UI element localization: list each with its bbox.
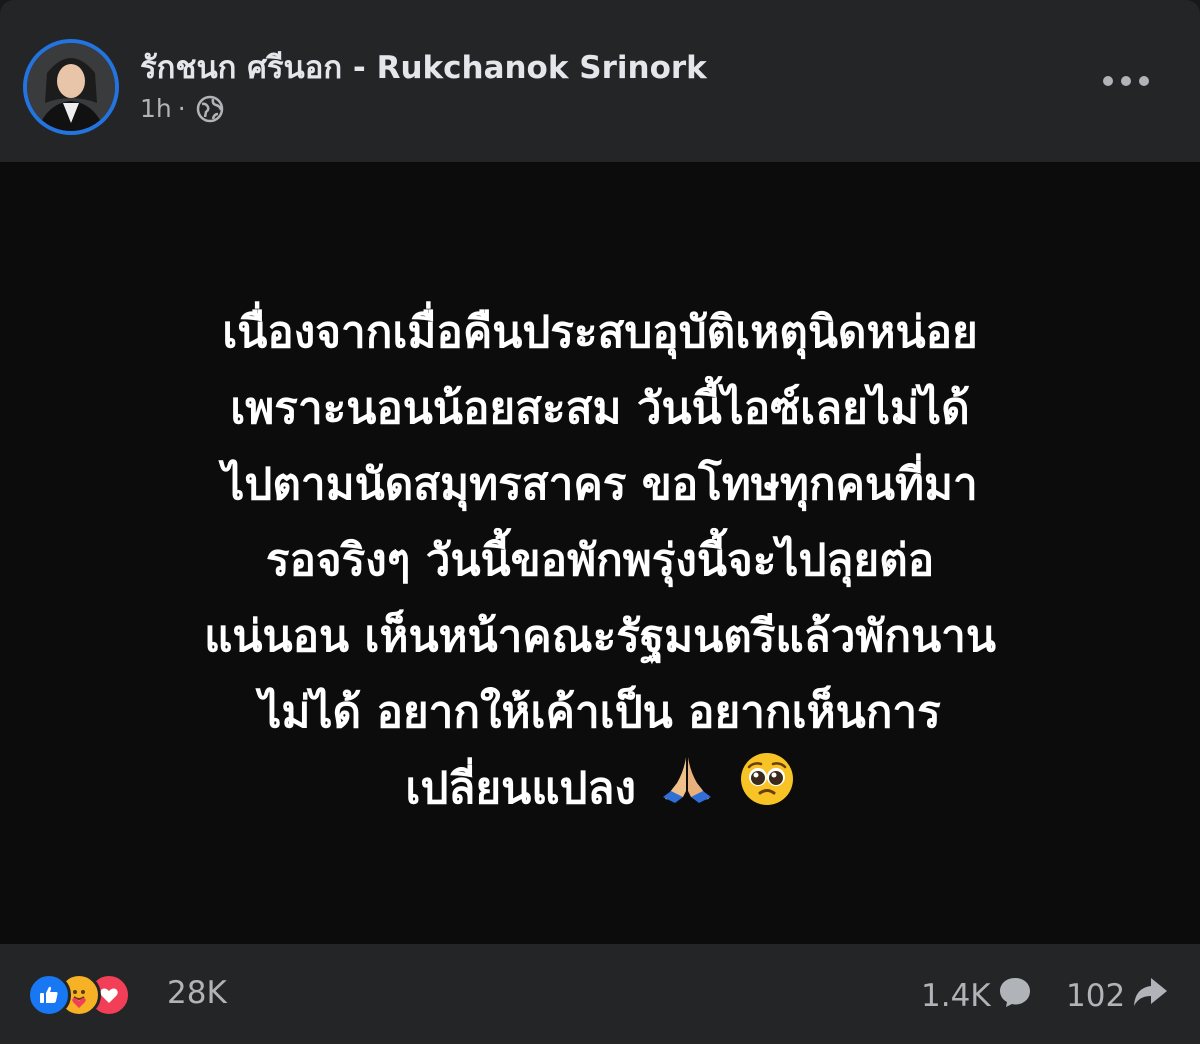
post-text-line: ไม่ได้ อยากให้เค้าเป็น อยากเห็นการ	[259, 687, 941, 738]
comments-summary[interactable]: 1.4K	[921, 975, 1033, 1017]
post-meta: 1h ·	[140, 94, 224, 123]
share-icon	[1131, 975, 1169, 1017]
post-time[interactable]: 1h	[140, 94, 172, 123]
post-text-line: แน่นอน เห็นหน้าคณะรัฐมนตรีแล้วพักนาน	[204, 611, 996, 662]
globe-icon[interactable]	[196, 95, 224, 123]
post-text-last-line: เปลี่ยนแปลง	[60, 751, 1140, 831]
author-name[interactable]: รักชนก ศรีนอก - Rukchanok Srinork	[140, 42, 707, 92]
reaction-count[interactable]: 28K	[167, 975, 227, 1011]
reaction-icons[interactable]	[27, 972, 131, 1018]
avatar[interactable]	[23, 39, 119, 135]
comment-count: 1.4K	[921, 978, 991, 1014]
post-text-line: รอจริงๆ วันนี้ขอพักพรุ่งนี้จะไปลุยต่อ	[265, 535, 935, 586]
folded-hands-icon	[659, 751, 715, 831]
post-text-line: ไปตามนัดสมุทรสาคร ขอโทษทุกคนที่มา	[222, 459, 978, 510]
post-text-line: เพราะนอนน้อยสะสม วันนี้ไอซ์เลยไม่ได้	[230, 383, 970, 434]
post-body: เนื่องจากเมื่อคืนประสบอุบัติเหตุนิดหน่อย…	[0, 162, 1200, 944]
post-text-line: เปลี่ยนแปลง	[405, 763, 636, 814]
dot	[1103, 76, 1113, 86]
share-count: 102	[1066, 978, 1126, 1014]
post-text-line: เนื่องจากเมื่อคืนประสบอุบัติเหตุนิดหน่อย	[222, 307, 978, 358]
meta-separator: ·	[177, 94, 186, 123]
post-text: เนื่องจากเมื่อคืนประสบอุบัติเหตุนิดหน่อย…	[60, 295, 1140, 831]
pleading-face-icon	[739, 751, 795, 831]
like-icon	[27, 973, 71, 1017]
post-header: รักชนก ศรีนอก - Rukchanok Srinork 1h ·	[0, 0, 1200, 162]
avatar-photo	[27, 43, 115, 131]
more-options-icon[interactable]	[1103, 68, 1149, 94]
dot	[1121, 76, 1131, 86]
facebook-post: รักชนก ศรีนอก - Rukchanok Srinork 1h · เ…	[0, 0, 1200, 1044]
comment-icon	[997, 975, 1033, 1017]
shares-summary[interactable]: 102	[1066, 975, 1169, 1017]
dot	[1139, 76, 1149, 86]
